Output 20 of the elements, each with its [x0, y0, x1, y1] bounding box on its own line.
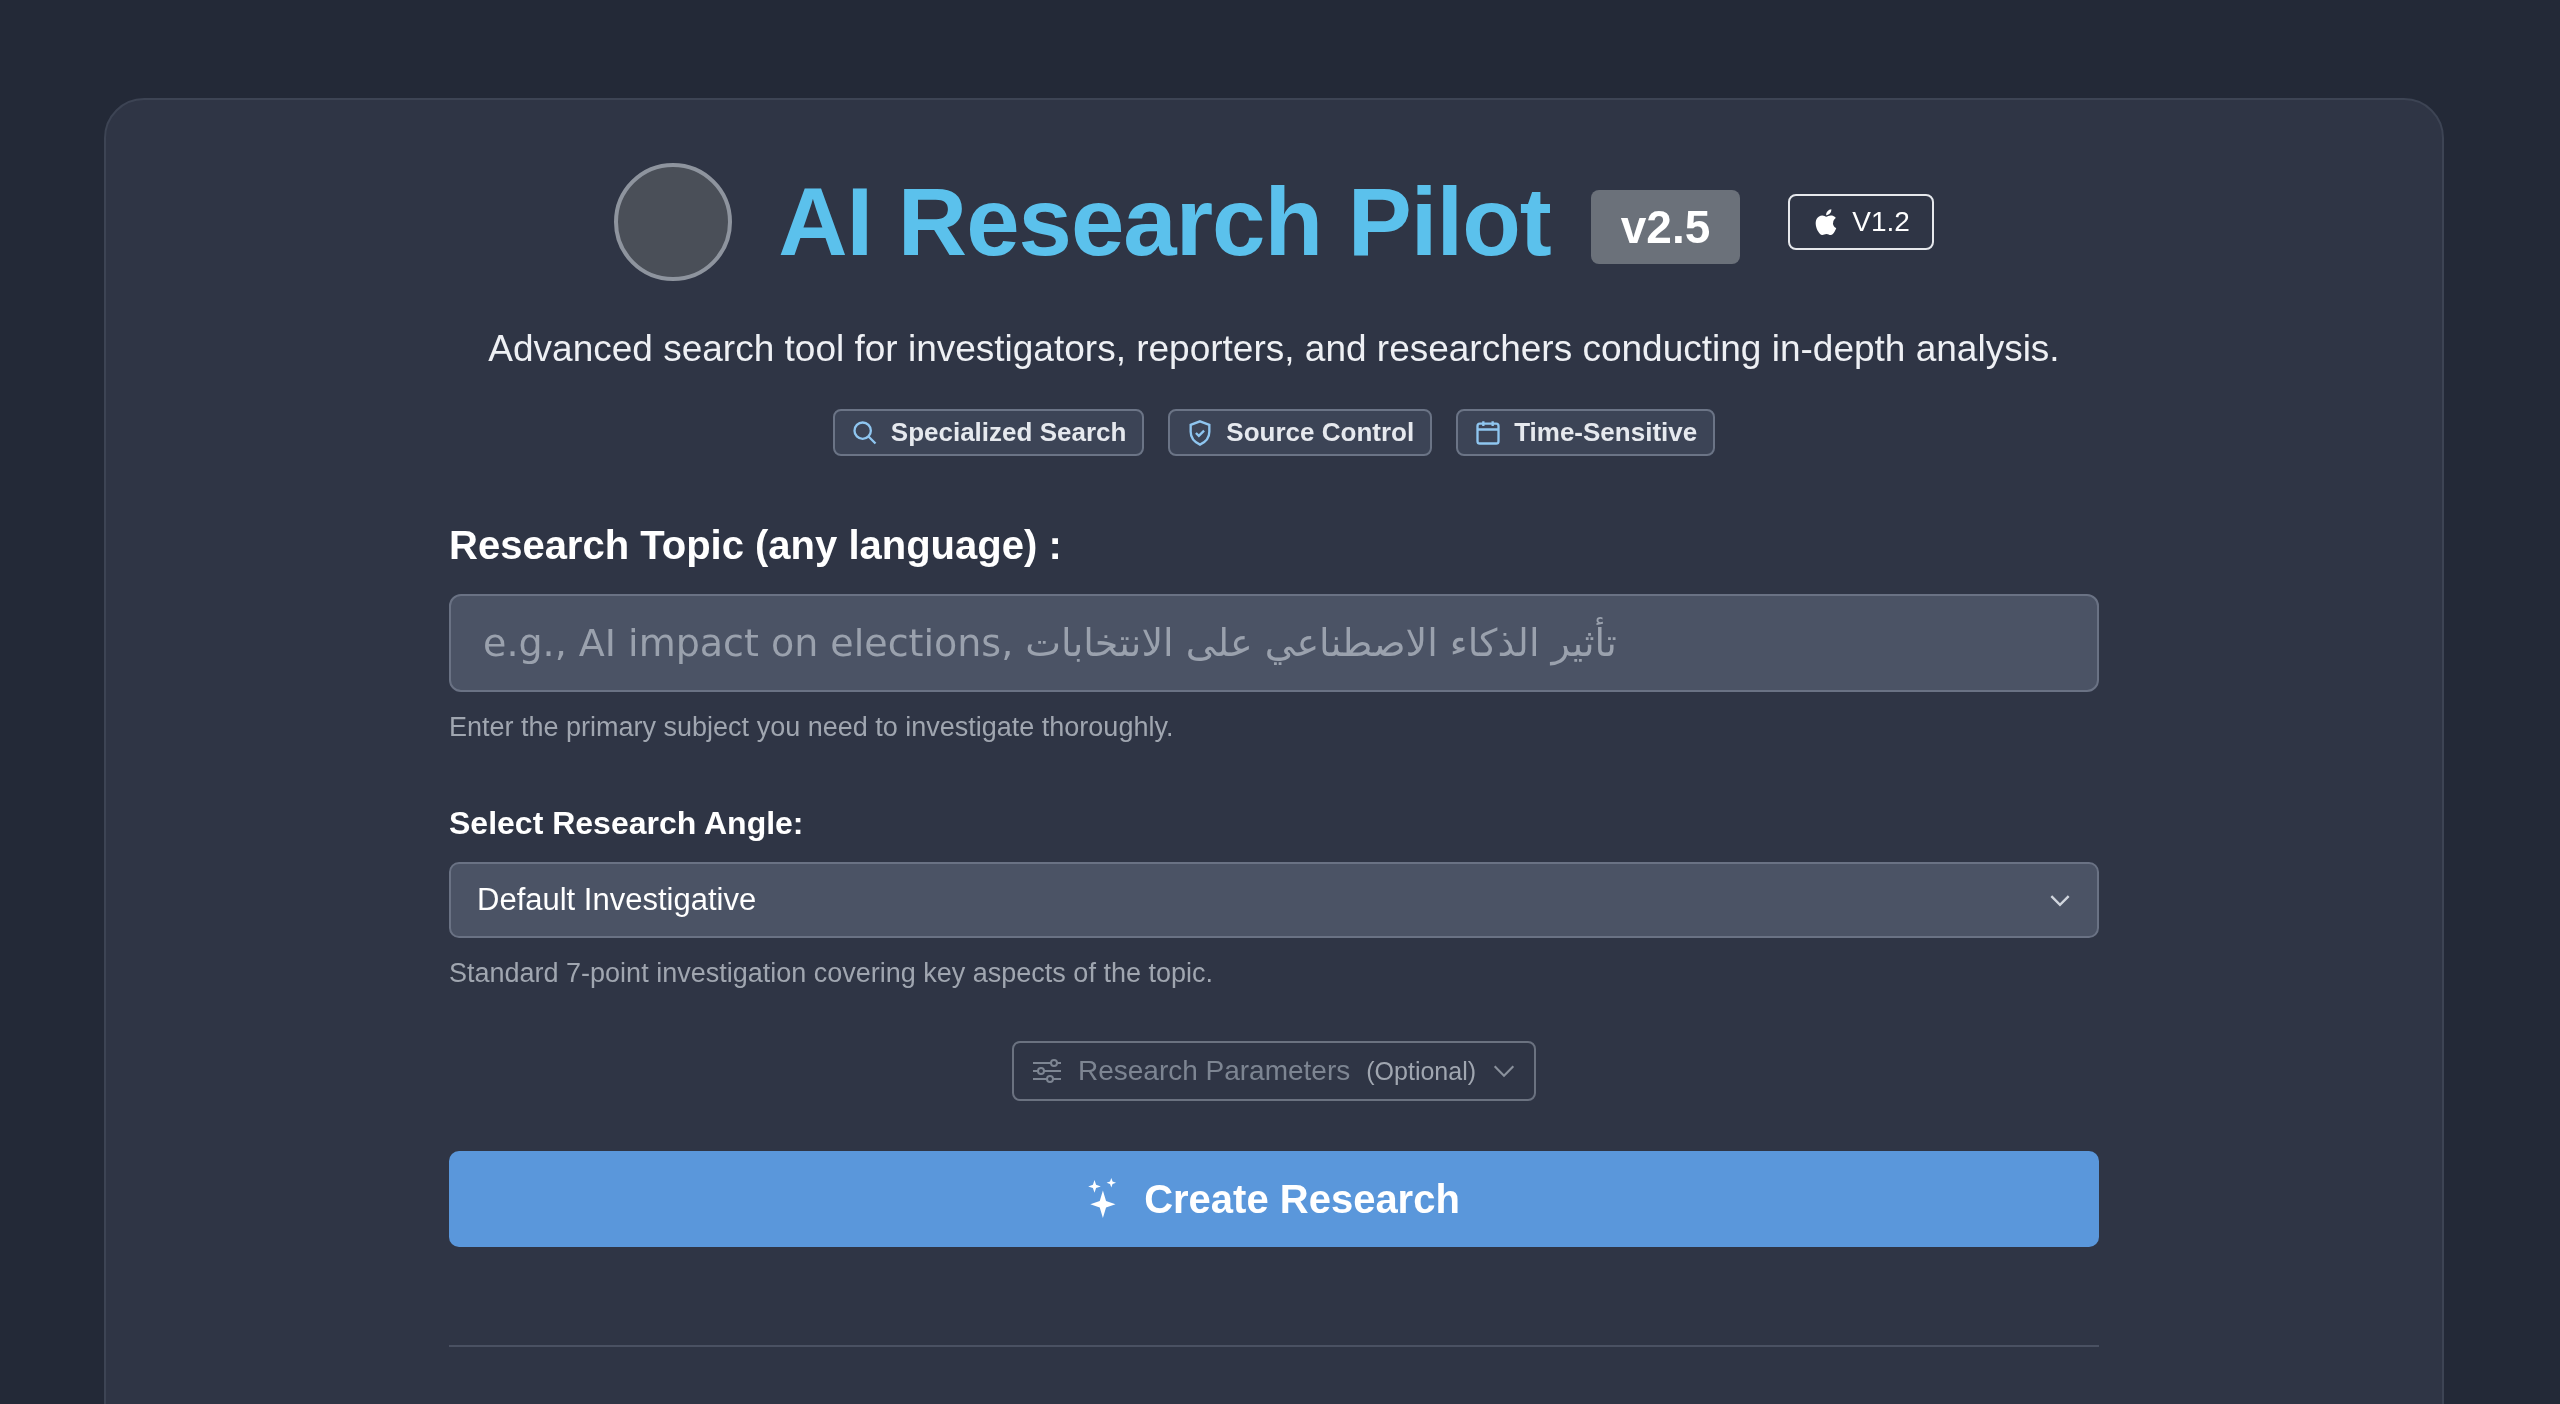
app-title: AI Research Pilot	[778, 167, 1551, 277]
subtitle: Advanced search tool for investigators, reporters, and researchers conducting in-depth analysis.	[488, 328, 2060, 370]
chevron-down-icon	[1492, 1064, 1517, 1078]
create-research-button[interactable]: Create Research	[449, 1151, 2099, 1247]
topic-input-field[interactable]: e.g., AI impact on elections, تأثير الذكاء الاصطناعي على الانتخابات	[449, 594, 2099, 692]
angle-help-text: Standard 7-point investigation covering key aspects of the topic.	[449, 958, 1214, 989]
calendar-icon	[1474, 418, 1503, 447]
tag-label: Source Control	[1226, 417, 1415, 448]
tag-label: Specialized Search	[890, 417, 1127, 448]
platform-version: V1.2	[1852, 206, 1910, 238]
version-badge: v2.5	[1590, 190, 1741, 264]
topic-label: Research Topic (any language) :	[449, 523, 1063, 568]
tag-label: Time-Sensitive	[1514, 417, 1698, 448]
parameters-toggle[interactable]: Research Parameters (Optional)	[1011, 1041, 1537, 1101]
angle-select[interactable]: Default Investigative	[449, 862, 2099, 938]
sliders-icon	[1031, 1058, 1062, 1084]
topic-help-text: Enter the primary subject you need to investigate thoroughly.	[449, 712, 1175, 743]
angle-label: Select Research Angle:	[449, 805, 805, 842]
chevron-down-icon	[2049, 893, 2071, 907]
search-icon	[850, 418, 879, 447]
